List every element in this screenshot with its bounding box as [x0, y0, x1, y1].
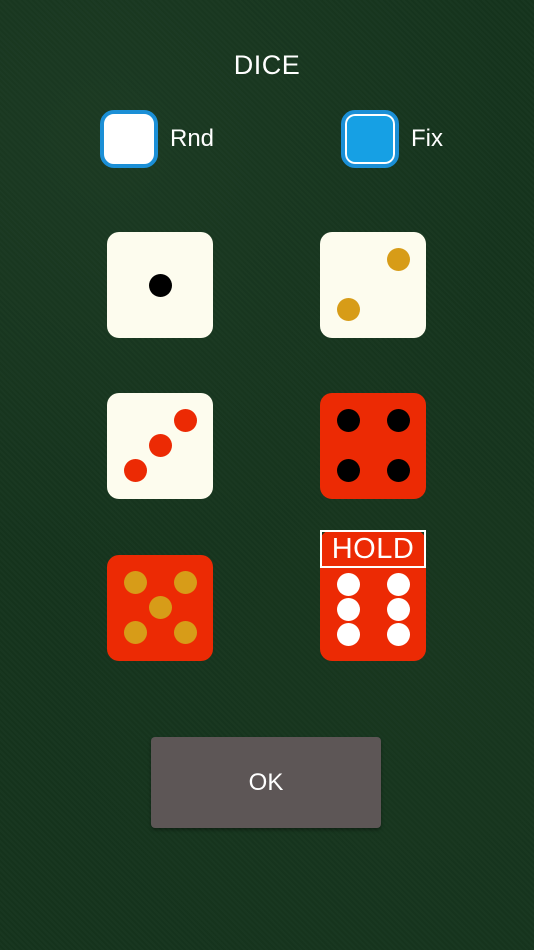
die-pip — [336, 297, 360, 321]
rnd-checkbox[interactable] — [100, 110, 158, 168]
die-pip — [336, 408, 360, 432]
die-pip — [336, 597, 360, 621]
die-pip — [336, 622, 360, 646]
ok-button[interactable]: OK — [151, 737, 381, 828]
die-pip — [173, 408, 197, 432]
die-pip — [386, 408, 410, 432]
rnd-option[interactable]: Rnd — [100, 110, 214, 168]
die-pip — [386, 458, 410, 482]
die-pip — [173, 570, 197, 594]
die-5[interactable] — [107, 555, 213, 661]
die-pip — [123, 570, 147, 594]
die-pip — [386, 247, 410, 271]
die-pip — [336, 458, 360, 482]
die-6[interactable]: HOLD — [320, 530, 426, 661]
die-pip — [386, 572, 410, 596]
die-1[interactable] — [107, 232, 213, 338]
die-pip — [386, 622, 410, 646]
die-pip — [123, 620, 147, 644]
fix-checkbox[interactable] — [341, 110, 399, 168]
die-pip — [148, 595, 172, 619]
rnd-label: Rnd — [170, 125, 215, 152]
fix-label: Fix — [411, 125, 443, 152]
die-pip — [336, 572, 360, 596]
die-3[interactable] — [107, 393, 213, 499]
page-title: DICE — [233, 50, 301, 80]
fix-option[interactable]: Fix — [341, 110, 443, 168]
die-2[interactable] — [320, 232, 426, 338]
die-pip — [173, 620, 197, 644]
die-pip — [386, 597, 410, 621]
die-4[interactable] — [320, 393, 426, 499]
hold-label: HOLD — [320, 530, 426, 568]
die-pip — [148, 273, 172, 297]
die-pip — [148, 433, 172, 457]
die-pip — [123, 458, 147, 482]
